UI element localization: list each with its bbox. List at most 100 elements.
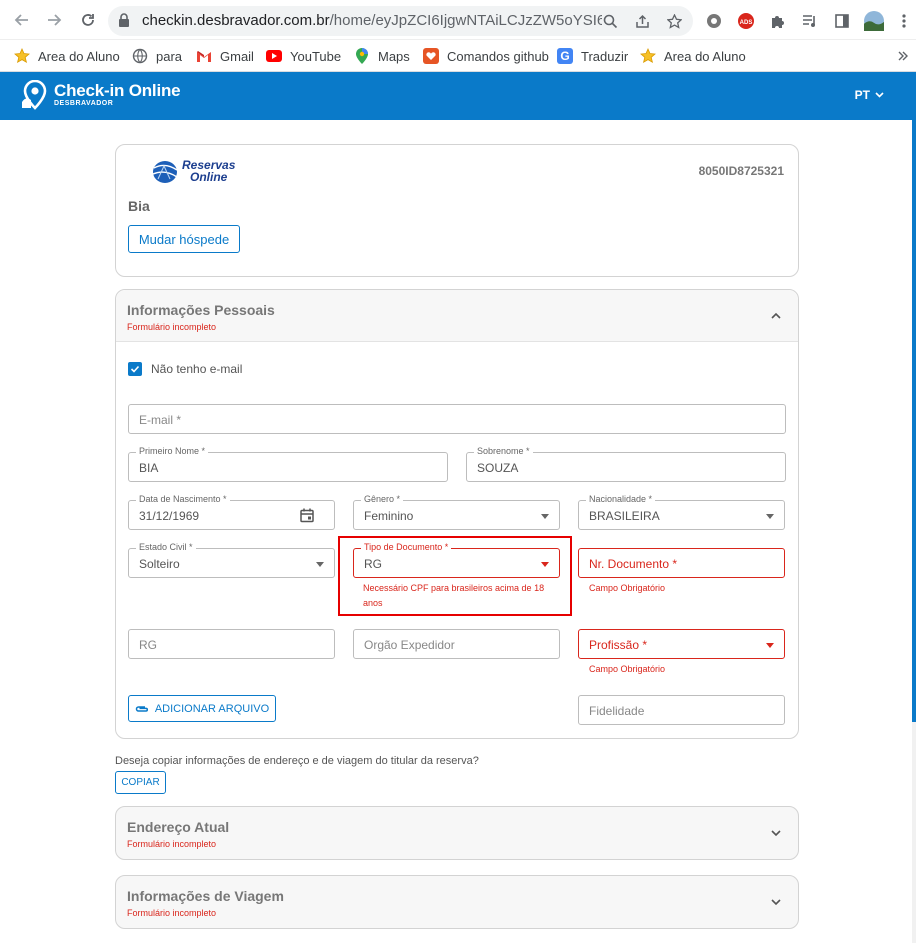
bookmark-item[interactable]: Area do Aluno bbox=[640, 46, 746, 66]
birth-date-field[interactable]: Data de Nascimento * 31/12/1969 bbox=[128, 494, 335, 530]
chrome-menu-icon[interactable] bbox=[894, 11, 914, 31]
calendar-icon[interactable] bbox=[300, 508, 314, 523]
dropdown-arrow-icon bbox=[766, 643, 774, 648]
first-name-label: Primeiro Nome * bbox=[136, 446, 209, 456]
extension-gear-icon[interactable] bbox=[704, 11, 724, 31]
more-bookmarks-icon[interactable] bbox=[898, 46, 908, 66]
bookmark-star-icon[interactable] bbox=[664, 11, 684, 31]
first-name-field[interactable]: Primeiro Nome * BIA bbox=[128, 446, 448, 482]
dropdown-arrow-icon bbox=[541, 514, 549, 519]
chevron-down-icon bbox=[875, 92, 884, 98]
last-name-label: Sobrenome * bbox=[474, 446, 533, 456]
checkin-logo[interactable]: Check-in Online DESBRAVADOR bbox=[20, 79, 181, 110]
globe-logo-icon bbox=[152, 161, 178, 183]
svg-text:ADS: ADS bbox=[740, 20, 753, 26]
bookmark-item[interactable]: G Traduzir bbox=[557, 46, 628, 66]
app-header: Check-in Online DESBRAVADOR PT bbox=[0, 72, 912, 120]
bookmark-label: para bbox=[156, 48, 183, 64]
chevron-up-icon[interactable] bbox=[770, 310, 782, 322]
adblock-icon[interactable]: ADS bbox=[736, 11, 756, 31]
email-placeholder: E-mail * bbox=[139, 413, 182, 427]
no-email-checkbox-row[interactable]: Não tenho e-mail bbox=[128, 362, 242, 376]
change-guest-button[interactable]: Mudar hóspede bbox=[128, 225, 240, 253]
chevron-down-icon[interactable] bbox=[770, 827, 782, 839]
media-control-icon[interactable] bbox=[800, 11, 820, 31]
app-subtitle: DESBRAVADOR bbox=[54, 100, 114, 107]
guest-name: Bia bbox=[128, 198, 150, 214]
bookmark-label: Maps bbox=[378, 48, 410, 64]
bookmark-label: YouTube bbox=[290, 48, 342, 64]
bookmark-item[interactable]: YouTube bbox=[266, 46, 341, 66]
page-scrollbar[interactable] bbox=[912, 72, 916, 943]
bookmark-label: Area do Aluno bbox=[38, 48, 120, 64]
document-number-field[interactable]: Nr. Documento * bbox=[578, 548, 785, 578]
birth-date-value: 31/12/1969 bbox=[139, 509, 200, 523]
forward-icon[interactable] bbox=[42, 8, 66, 32]
personal-info-header[interactable]: Informações Pessoais Formulário incomple… bbox=[116, 290, 798, 342]
browser-toolbar: checkin.desbravador.com.br/home/eyJpZCI6… bbox=[0, 0, 916, 40]
birth-date-label: Data de Nascimento * bbox=[136, 494, 230, 504]
booking-id: 8050ID8725321 bbox=[698, 164, 784, 178]
gmail-icon bbox=[196, 48, 212, 64]
gender-label: Gênero * bbox=[361, 494, 404, 504]
loyalty-placeholder: Fidelidade bbox=[589, 704, 645, 718]
copy-question: Deseja copiar informações de endereço e … bbox=[115, 755, 479, 767]
reservas-online-logo: Reservas Online bbox=[150, 158, 235, 184]
form-status: Formulário incompleto bbox=[127, 839, 217, 849]
chevron-down-icon[interactable] bbox=[770, 896, 782, 908]
section-title: Informações Pessoais bbox=[127, 302, 275, 318]
bookmark-label: Area do Aluno bbox=[664, 48, 746, 64]
back-icon[interactable] bbox=[10, 8, 34, 32]
gender-value: Feminino bbox=[364, 509, 414, 523]
bookmarks-bar: Area do Aluno para Gmail YouTube Maps Co… bbox=[0, 40, 916, 72]
side-panel-icon[interactable] bbox=[832, 11, 852, 31]
maps-icon bbox=[354, 48, 370, 64]
profession-select[interactable]: Profissão * bbox=[578, 629, 785, 659]
add-file-button[interactable]: ADICIONAR ARQUIVO bbox=[128, 695, 276, 722]
bookmark-item[interactable]: Area do Aluno bbox=[14, 46, 120, 66]
check-icon bbox=[130, 365, 140, 373]
loyalty-field[interactable]: Fidelidade bbox=[578, 695, 785, 725]
bookmark-item[interactable]: para bbox=[132, 46, 182, 66]
bookmark-item[interactable]: Maps bbox=[354, 46, 410, 66]
scrollbar-thumb[interactable] bbox=[912, 72, 916, 722]
add-file-label: ADICIONAR ARQUIVO bbox=[154, 702, 270, 715]
section-title: Endereço Atual bbox=[127, 819, 230, 835]
gender-select[interactable]: Gênero * Feminino bbox=[353, 494, 560, 530]
travel-card[interactable]: Informações de Viagem Formulário incompl… bbox=[115, 875, 799, 929]
profession-error: Campo Obrigatório bbox=[589, 664, 666, 674]
bookmark-label: Gmail bbox=[220, 48, 254, 64]
zoom-icon[interactable] bbox=[600, 11, 620, 31]
reservation-card: Reservas Online 8050ID8725321 Bia Mudar h… bbox=[115, 144, 799, 277]
rg-field[interactable]: RG bbox=[128, 629, 335, 659]
dropdown-arrow-icon bbox=[316, 562, 324, 567]
paperclip-icon bbox=[135, 705, 148, 712]
reload-icon[interactable] bbox=[76, 8, 100, 32]
section-title: Informações de Viagem bbox=[127, 888, 284, 904]
share-icon[interactable] bbox=[632, 11, 652, 31]
profession-placeholder: Profissão * bbox=[589, 638, 648, 652]
rg-placeholder: RG bbox=[139, 638, 157, 652]
nationality-value: BRASILEIRA bbox=[589, 509, 660, 523]
issuer-field[interactable]: Orgão Expedidor bbox=[353, 629, 560, 659]
translate-icon: G bbox=[557, 48, 573, 64]
profile-avatar-icon[interactable] bbox=[864, 11, 884, 31]
address-card[interactable]: Endereço Atual Formulário incompleto bbox=[115, 806, 799, 860]
lock-icon bbox=[118, 13, 130, 33]
civil-status-label: Estado Civil * bbox=[136, 542, 196, 552]
address-bar[interactable]: checkin.desbravador.com.br/home/eyJpZCI6… bbox=[108, 6, 693, 36]
no-email-checkbox[interactable] bbox=[128, 362, 142, 376]
language-selector[interactable]: PT bbox=[855, 88, 884, 102]
email-field[interactable]: E-mail * bbox=[128, 404, 786, 434]
nationality-select[interactable]: Nacionalidade * BRASILEIRA bbox=[578, 494, 785, 530]
extensions-puzzle-icon[interactable] bbox=[768, 11, 788, 31]
last-name-field[interactable]: Sobrenome * SOUZA bbox=[466, 446, 786, 482]
copy-button[interactable]: COPIAR bbox=[115, 771, 166, 794]
logo-line2: Online bbox=[190, 170, 228, 184]
bookmark-item[interactable]: Gmail bbox=[196, 46, 254, 66]
form-status: Formulário incompleto bbox=[127, 908, 217, 918]
civil-status-select[interactable]: Estado Civil * Solteiro bbox=[128, 542, 335, 578]
civil-status-value: Solteiro bbox=[139, 557, 180, 571]
document-number-placeholder: Nr. Documento * bbox=[589, 557, 678, 571]
bookmark-item[interactable]: Comandos github bbox=[423, 46, 549, 66]
